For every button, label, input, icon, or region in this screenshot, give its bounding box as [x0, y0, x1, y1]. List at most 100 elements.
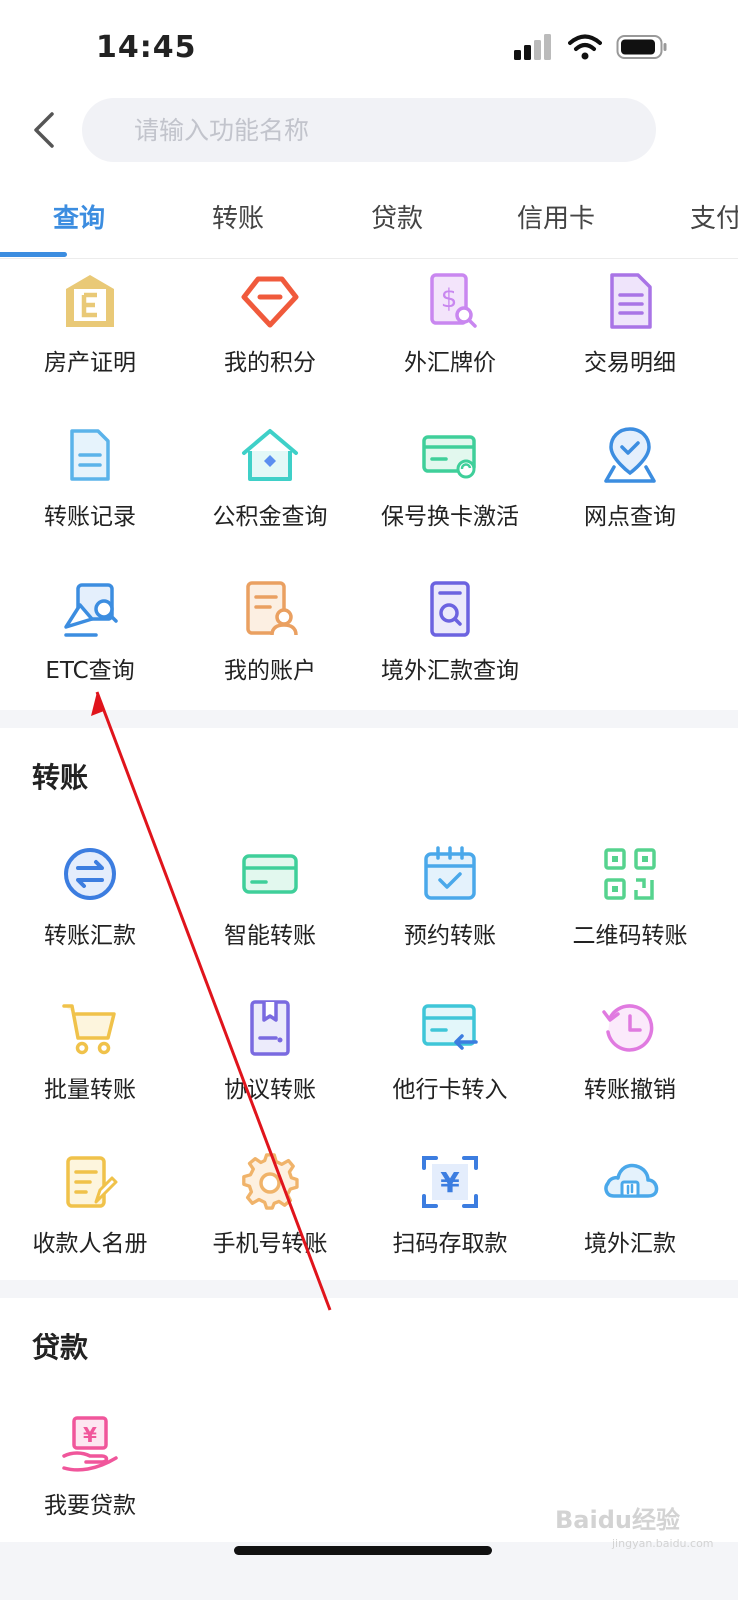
property-certificate-icon	[66, 275, 114, 327]
scheduled-transfer-icon	[424, 846, 476, 900]
cellular-signal-icon	[514, 34, 551, 60]
property-certificate-item[interactable]: 房产证明	[0, 271, 180, 411]
etc-query-item[interactable]: ETC查询	[0, 579, 180, 719]
card-activation-item[interactable]: 保号换卡激活	[360, 425, 540, 565]
category-tabs: 查询 转账 贷款 信用卡 支付	[0, 180, 738, 259]
item-label: 境外汇款	[584, 1231, 676, 1257]
item-label: 我的账户	[224, 658, 316, 684]
section-title-transfer: 转账	[32, 761, 89, 794]
baidu-watermark: Baidu经验	[555, 1506, 680, 1534]
item-label: 我要贷款	[44, 1493, 136, 1519]
transaction-detail-icon	[610, 273, 652, 329]
battery-icon	[616, 35, 667, 59]
transaction-detail-item[interactable]: 交易明细	[540, 271, 720, 411]
payee-list-item[interactable]: 收款人名册	[0, 1152, 180, 1292]
item-label: 保号换卡激活	[381, 504, 519, 530]
transfer-section: 转账 转账汇款 智能转账 预约转账 二维码转账 批量转账 协议转账 他行卡转入 …	[0, 728, 738, 1280]
search-input[interactable]	[132, 114, 616, 146]
item-label: 二维码转账	[572, 923, 688, 949]
transfer-remit-item[interactable]: 转账汇款	[0, 844, 180, 984]
tab-active-indicator	[0, 252, 67, 257]
batch-transfer-item[interactable]: 批量转账	[0, 998, 180, 1138]
overseas-remit-query-item[interactable]: 境外汇款查询	[360, 579, 540, 719]
item-label: 交易明细	[584, 350, 676, 376]
transfer-record-icon	[70, 429, 110, 481]
item-label: 公积金查询	[212, 504, 328, 530]
agreement-icon	[250, 1000, 290, 1056]
card-activation-icon	[422, 435, 476, 479]
forex-price-item[interactable]: $ 外汇牌价	[360, 271, 540, 411]
top-bar	[0, 96, 738, 180]
transfer-revoke-item[interactable]: 转账撤销	[540, 998, 720, 1138]
item-label: 智能转账	[224, 923, 316, 949]
wifi-icon	[568, 34, 602, 60]
other-bank-card-icon	[422, 1004, 478, 1050]
tab-query[interactable]: 查询	[53, 198, 105, 235]
revoke-clock-icon	[602, 1004, 654, 1052]
location-pin-icon	[604, 427, 656, 483]
housing-fund-item[interactable]: 公积金查询	[180, 425, 360, 565]
cloud-remit-icon	[604, 1163, 659, 1198]
item-label: 转账记录	[44, 504, 136, 530]
query-section: 房产证明 我的积分 $ 外汇牌价 交易明细 转账记录 公积金查询 保号换卡激活 …	[0, 259, 738, 710]
overseas-remit-query-icon	[430, 581, 470, 637]
svg-text:¥: ¥	[83, 1423, 97, 1447]
my-points-item[interactable]: 我的积分	[180, 271, 360, 411]
item-label: 他行卡转入	[392, 1077, 508, 1103]
qrcode-transfer-icon	[604, 848, 656, 900]
my-account-icon	[246, 581, 298, 636]
apply-loan-item[interactable]: ¥ 我要贷款	[0, 1414, 180, 1554]
my-account-item[interactable]: 我的账户	[180, 579, 360, 719]
item-label: 收款人名册	[32, 1231, 148, 1257]
cart-icon	[62, 1004, 116, 1055]
item-label: 我的积分	[224, 350, 316, 376]
gear-icon	[242, 1153, 299, 1210]
item-label: 转账汇款	[44, 923, 136, 949]
qrcode-transfer-item[interactable]: 二维码转账	[540, 844, 720, 984]
chevron-left-icon	[34, 112, 54, 148]
status-time: 14:45	[96, 30, 197, 65]
smart-transfer-item[interactable]: 智能转账	[180, 844, 360, 984]
svg-text:$: $	[441, 284, 458, 314]
item-label: 境外汇款查询	[381, 658, 519, 684]
item-label: 外汇牌价	[404, 350, 496, 376]
baidu-watermark-url: jingyan.baidu.com	[612, 1537, 714, 1550]
svg-text:¥: ¥	[440, 1166, 460, 1199]
etc-query-icon	[64, 583, 118, 637]
item-label: 批量转账	[44, 1077, 136, 1103]
tab-loan[interactable]: 贷款	[371, 198, 423, 235]
tab-credit-card[interactable]: 信用卡	[517, 198, 595, 235]
status-bar: 14:45	[0, 0, 738, 96]
transfer-remit-icon	[64, 848, 116, 900]
scheduled-transfer-item[interactable]: 预约转账	[360, 844, 540, 984]
transfer-record-item[interactable]: 转账记录	[0, 425, 180, 565]
agreement-transfer-item[interactable]: 协议转账	[180, 998, 360, 1138]
smart-transfer-icon	[242, 854, 298, 894]
item-label: 扫码存取款	[392, 1231, 508, 1257]
loan-icon: ¥	[62, 1416, 118, 1472]
item-label: 预约转账	[404, 923, 496, 949]
scan-cash-icon: ¥	[422, 1156, 478, 1208]
item-label: ETC查询	[45, 658, 135, 684]
back-button[interactable]	[26, 110, 66, 150]
item-label: 转账撤销	[584, 1077, 676, 1103]
home-indicator	[234, 1546, 492, 1555]
overseas-remit-item[interactable]: 境外汇款	[540, 1152, 720, 1292]
status-icons	[514, 34, 668, 60]
item-label: 网点查询	[584, 504, 676, 530]
search-box[interactable]	[82, 98, 656, 162]
other-bank-card-item[interactable]: 他行卡转入	[360, 998, 540, 1138]
scan-cash-item[interactable]: ¥ 扫码存取款	[360, 1152, 540, 1292]
housing-fund-icon	[242, 429, 298, 481]
payee-list-icon	[66, 1156, 118, 1208]
diamond-points-icon	[241, 276, 299, 328]
tab-transfer[interactable]: 转账	[212, 198, 264, 235]
phone-transfer-item[interactable]: 手机号转账	[180, 1152, 360, 1292]
forex-price-icon: $	[430, 273, 477, 328]
section-title-loan: 贷款	[32, 1331, 89, 1364]
item-label: 手机号转账	[212, 1231, 328, 1257]
tab-payment[interactable]: 支付	[690, 198, 738, 235]
item-label: 房产证明	[44, 350, 136, 376]
item-label: 协议转账	[224, 1077, 316, 1103]
branch-query-item[interactable]: 网点查询	[540, 425, 720, 565]
